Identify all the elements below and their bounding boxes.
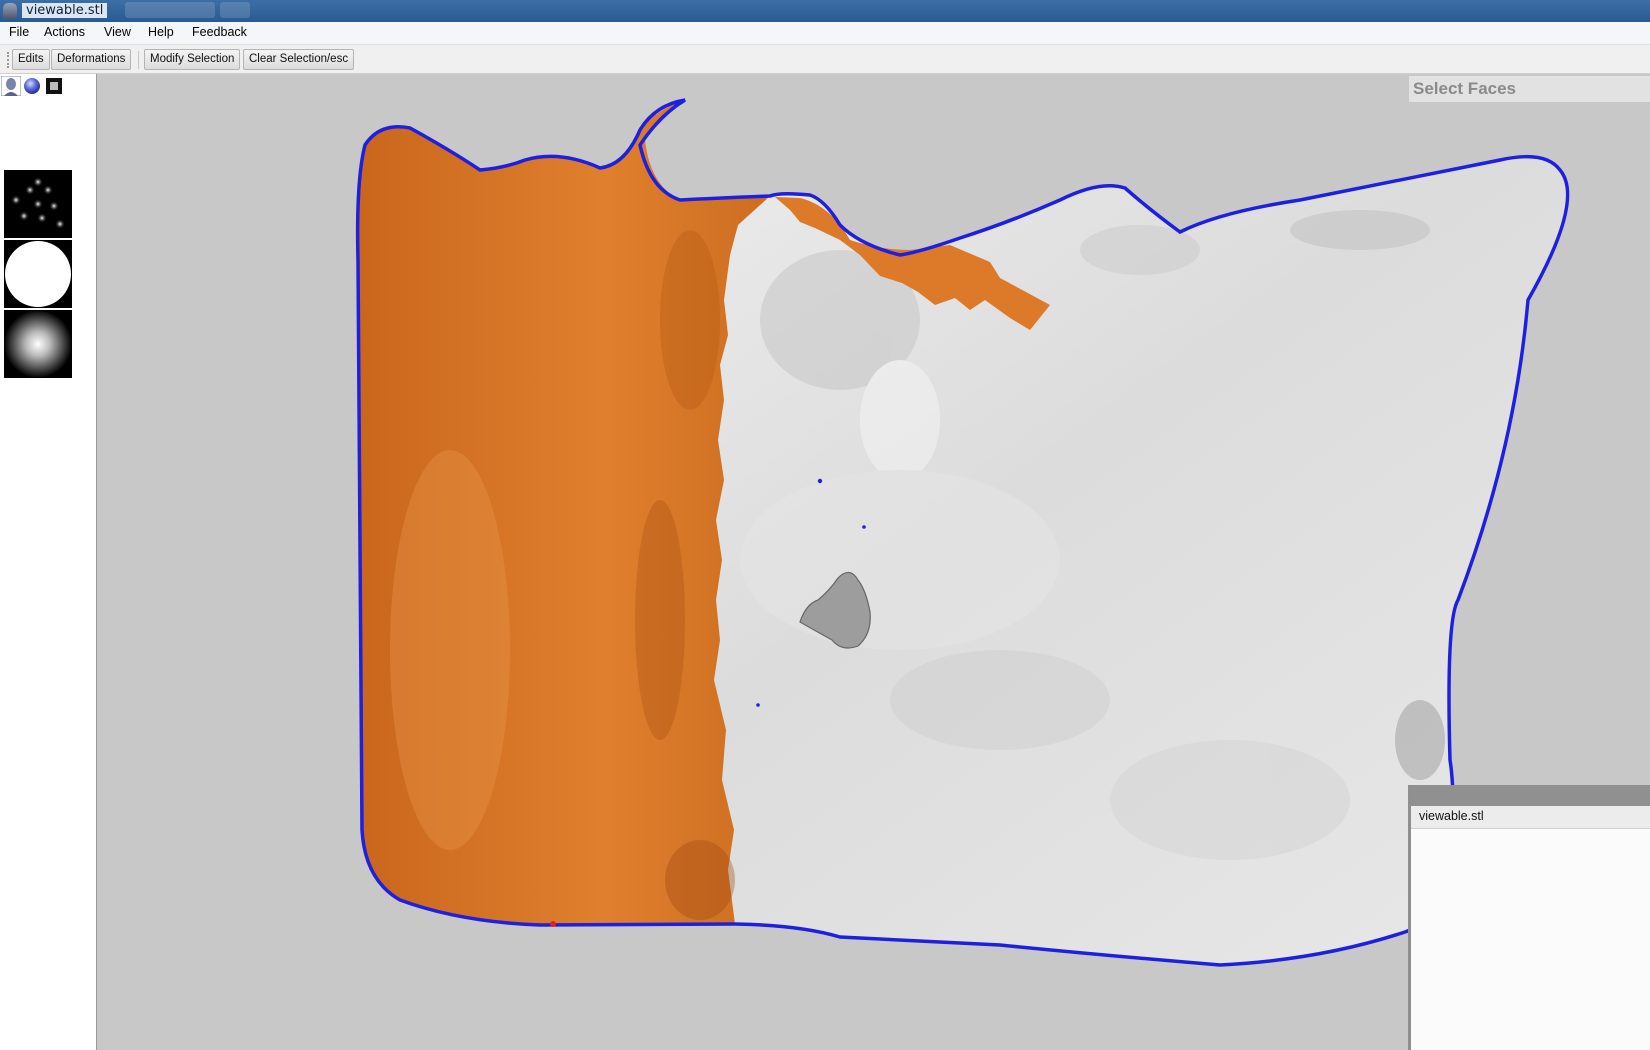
background-tab	[220, 2, 250, 18]
menu-help[interactable]: Help	[148, 25, 174, 39]
edits-button[interactable]: Edits	[12, 49, 50, 70]
side-window-title: viewable.stl	[1419, 809, 1484, 823]
side-window-tab[interactable]: viewable.stl	[1411, 806, 1650, 829]
square-icon[interactable]	[44, 76, 64, 96]
deformations-button[interactable]: Deformations	[51, 49, 132, 70]
menu-feedback[interactable]: Feedback	[192, 25, 247, 39]
boundary-marker	[550, 921, 556, 927]
side-window: viewable.stl	[1408, 785, 1650, 1050]
background-tab	[125, 2, 215, 18]
menu-actions[interactable]: Actions	[44, 25, 85, 39]
clear-selection-button[interactable]: Clear Selection/esc	[243, 49, 355, 70]
toolbar: Edits Deformations Modify Selection Clea…	[0, 45, 1650, 74]
bust-icon[interactable]	[0, 75, 22, 97]
toolbar-grip[interactable]	[7, 52, 11, 68]
modify-selection-button[interactable]: Modify Selection	[144, 49, 241, 70]
boundary-dot	[862, 525, 866, 529]
mode-label: Select Faces	[1409, 76, 1650, 102]
scatter-dots-brush-icon[interactable]	[4, 170, 72, 238]
sphere-icon[interactable]	[22, 76, 42, 96]
hard-circle-brush-icon[interactable]	[4, 240, 72, 308]
app-icon	[3, 3, 17, 19]
menu-view[interactable]: View	[104, 25, 131, 39]
title-bar: viewable.stl	[0, 0, 1650, 22]
boundary-dot	[817, 478, 823, 484]
soft-circle-brush-icon[interactable]	[4, 310, 72, 378]
side-window-header[interactable]	[1411, 785, 1650, 806]
mode-tabs	[0, 74, 96, 100]
menu-bar: File Actions View Help Feedback	[0, 22, 1650, 45]
boundary-dot	[756, 703, 760, 707]
left-tool-panel	[0, 74, 97, 1050]
menu-file[interactable]: File	[9, 25, 29, 39]
toolbar-separator	[138, 51, 139, 69]
window-title: viewable.stl	[22, 3, 108, 18]
